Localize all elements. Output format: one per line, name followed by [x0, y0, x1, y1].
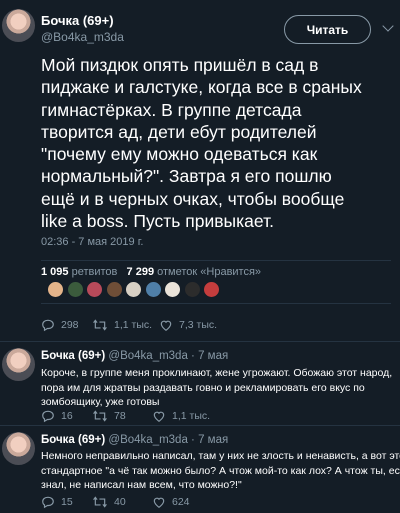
retweets-count[interactable]: 1 095 [41, 266, 69, 278]
reply-meta[interactable]: @Bo4ka_m3da · 7 мая [108, 350, 228, 362]
reply-text-line: знал, не написал нам всем, что можно?!" [41, 479, 242, 491]
reply-text: Короче, в группе меня проклинают, жене у… [41, 366, 393, 410]
liker-avatar[interactable] [144, 281, 162, 298]
liker-avatar[interactable] [183, 281, 201, 298]
reply-icon [42, 410, 54, 423]
reply-text-line: пора им для жратвы раздавать говно и рек… [41, 381, 365, 394]
heart-icon [153, 411, 165, 422]
tweet-timestamp[interactable]: 02:36 - 7 мая 2019 г. [41, 236, 143, 248]
tweet-author-header: Бочка (69+) @Bo4ka_m3da Читать [0, 0, 400, 52]
liker-avatar[interactable] [66, 281, 84, 298]
like-button[interactable]: 624 [152, 495, 190, 509]
reply-text-line: Немного неправильно написал, там у них н… [41, 450, 400, 462]
liker-avatar[interactable] [164, 281, 181, 298]
avatar[interactable] [2, 432, 35, 465]
reply-tweet[interactable]: Бочка (69+) @Bo4ka_m3da · 7 мая Немного … [0, 426, 400, 513]
retweet-count: 78 [114, 410, 126, 422]
reply-button[interactable]: 16 [41, 409, 73, 423]
retweet-icon [93, 410, 107, 422]
retweets-label[interactable]: ретвитов [72, 266, 118, 278]
liker-avatar[interactable] [125, 281, 142, 298]
liker-avatar[interactable] [47, 281, 64, 298]
like-count: 1,1 тыс. [172, 410, 211, 422]
author-name[interactable]: Бочка (69+) [41, 13, 114, 28]
liker-avatar[interactable] [105, 281, 123, 298]
retweet-button[interactable]: 40 [92, 495, 126, 509]
reply-count: 298 [61, 319, 79, 331]
reply-meta[interactable]: @Bo4ka_m3da · 7 мая [108, 434, 228, 446]
tweet-text-line: "почему ему можно одеваться как [41, 144, 318, 165]
likes-count[interactable]: 7 299 [127, 266, 155, 278]
tweet-text-line: нормальный?". Завтра я его пошлю [41, 166, 332, 187]
avatar[interactable] [2, 348, 35, 381]
reply-button[interactable]: 298 [41, 318, 79, 332]
liker-avatar[interactable] [203, 281, 220, 298]
like-count: 624 [172, 496, 190, 508]
avatar[interactable] [2, 9, 35, 42]
author-handle[interactable]: @Bo4ka_m3da [41, 30, 124, 44]
tweet-text-line: пиджаке и галстуке, когда все в сраных [41, 77, 362, 98]
tweet-text-line: гимнастёрках. В группе детсада [41, 99, 302, 120]
tweet-text: Мой пиздюк опять пришёл в сад в пиджаке … [41, 54, 393, 232]
tweet-text-line: like a boss. Пусть привыкает. [41, 211, 275, 232]
like-button[interactable]: 7,3 тыс. [159, 318, 217, 332]
retweet-icon [93, 496, 107, 508]
reply-icon [42, 319, 54, 332]
liker-avatar[interactable] [86, 281, 103, 298]
reply-text-line: стандартное "а чё так можно было? А чтож… [41, 464, 400, 477]
retweet-button[interactable]: 1,1 тыс. [92, 318, 152, 332]
retweet-count: 40 [114, 496, 126, 508]
follow-button[interactable]: Читать [284, 15, 371, 44]
heart-icon [153, 497, 165, 508]
reply-button[interactable]: 15 [41, 495, 73, 509]
retweet-count: 1,1 тыс. [114, 319, 153, 331]
reply-header: Бочка (69+) @Bo4ka_m3da · 7 мая [41, 434, 228, 446]
likes-label[interactable]: отметок «Нравится» [157, 266, 261, 278]
stats-line: 1 095 ретвитов 7 299 отметок «Нравится» [41, 266, 261, 278]
tweet-text-line: творится ад, дети ебут родителей [41, 121, 317, 142]
reply-text: Немного неправильно написал, там у них н… [41, 449, 400, 493]
reply-author-name[interactable]: Бочка (69+) [41, 350, 105, 362]
reply-text-line: Короче, в группе меня проклинают, жене у… [41, 367, 393, 379]
chevron-down-icon[interactable] [382, 20, 394, 32]
reply-count: 15 [61, 496, 73, 508]
retweet-button[interactable]: 78 [92, 409, 126, 423]
reply-actions: 15 40 624 [41, 495, 391, 513]
like-count: 7,3 тыс. [179, 319, 218, 331]
reply-author-name[interactable]: Бочка (69+) [41, 434, 105, 446]
reply-header: Бочка (69+) @Bo4ka_m3da · 7 мая [41, 350, 228, 362]
retweet-icon [93, 319, 107, 331]
tweet-actions: 298 1,1 тыс. 7,3 тыс. [41, 318, 391, 336]
reply-tweet[interactable]: Бочка (69+) @Bo4ka_m3da · 7 мая Короче, … [0, 342, 400, 437]
like-button[interactable]: 1,1 тыс. [152, 409, 210, 423]
reply-count: 16 [61, 410, 73, 422]
reply-icon [42, 496, 54, 509]
reply-text-line: зомбоящику, уже готовы [41, 396, 160, 408]
tweet-text-line: ещё и в черных очках, чтобы вообще [41, 188, 345, 209]
heart-icon [160, 320, 172, 331]
tweet-text-line: Мой пиздюк опять пришёл в сад в [41, 55, 319, 75]
